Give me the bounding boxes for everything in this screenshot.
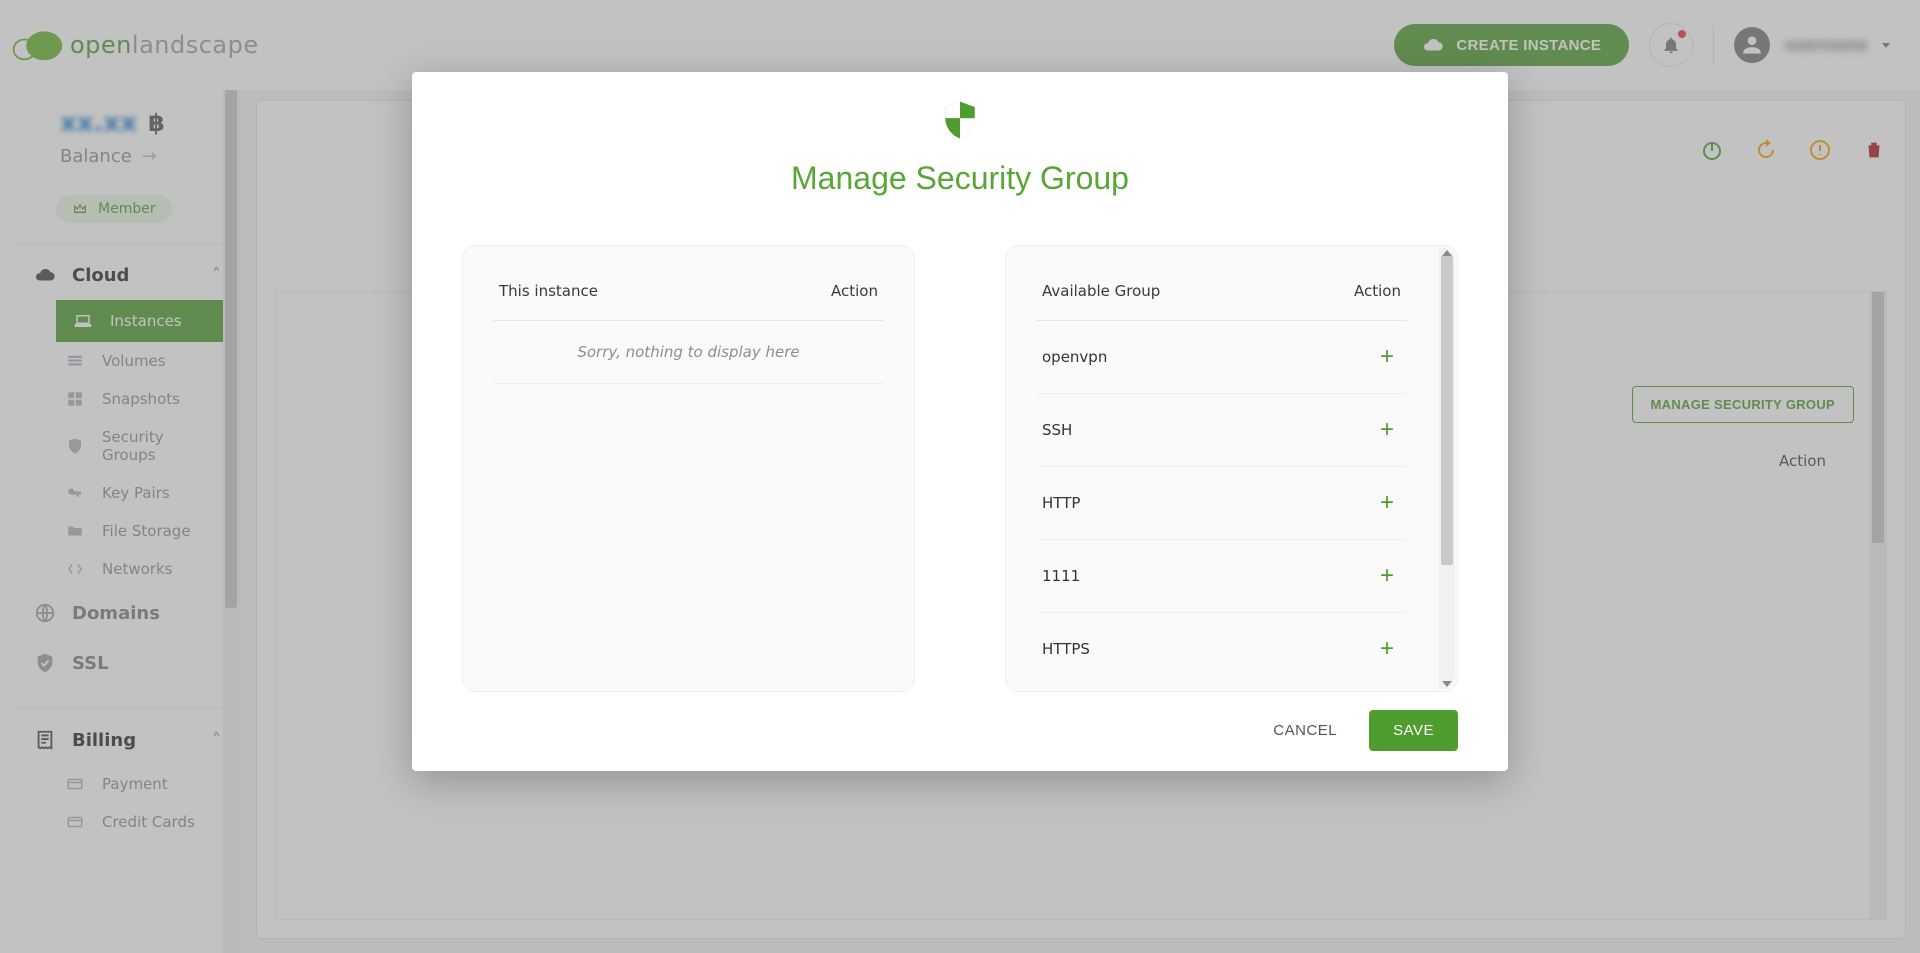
col-this-instance: This instance <box>499 282 598 300</box>
modal-icon-wrap <box>462 98 1458 142</box>
col-action: Action <box>1354 282 1401 300</box>
group-row: HTTP + <box>1036 467 1407 540</box>
group-row: 1111 + <box>1036 540 1407 613</box>
right-table-header: Available Group Action <box>1036 274 1407 321</box>
modal-body: This instance Action Sorry, nothing to d… <box>462 245 1458 692</box>
group-name: 1111 <box>1042 567 1080 585</box>
panel-scrollbar[interactable] <box>1439 248 1455 689</box>
modal-title: Manage Security Group <box>462 160 1458 197</box>
modal-overlay: Manage Security Group This instance Acti… <box>0 0 1920 953</box>
add-group-button[interactable]: + <box>1373 562 1401 590</box>
group-row: SSH + <box>1036 394 1407 467</box>
col-available-group: Available Group <box>1042 282 1160 300</box>
left-table-header: This instance Action <box>493 274 884 321</box>
add-group-button[interactable]: + <box>1373 489 1401 517</box>
available-group-panel: Available Group Action openvpn + SSH + H… <box>1005 245 1458 692</box>
group-name: HTTP <box>1042 494 1080 512</box>
empty-message: Sorry, nothing to display here <box>493 321 884 384</box>
group-name: HTTPS <box>1042 640 1090 658</box>
add-group-button[interactable]: + <box>1373 343 1401 371</box>
scroll-down-icon <box>1442 681 1452 687</box>
manage-security-group-modal: Manage Security Group This instance Acti… <box>412 72 1508 771</box>
modal-footer: CANCEL SAVE <box>462 710 1458 751</box>
group-row: openvpn + <box>1036 321 1407 394</box>
col-action: Action <box>831 282 878 300</box>
this-instance-panel: This instance Action Sorry, nothing to d… <box>462 245 915 692</box>
group-row: HTTPS + <box>1036 613 1407 663</box>
shield-icon <box>938 98 982 142</box>
add-group-button[interactable]: + <box>1373 635 1401 663</box>
group-name: SSH <box>1042 421 1072 439</box>
group-name: openvpn <box>1042 348 1107 366</box>
add-group-button[interactable]: + <box>1373 416 1401 444</box>
cancel-button[interactable]: CANCEL <box>1261 712 1349 749</box>
save-button[interactable]: SAVE <box>1369 710 1458 751</box>
